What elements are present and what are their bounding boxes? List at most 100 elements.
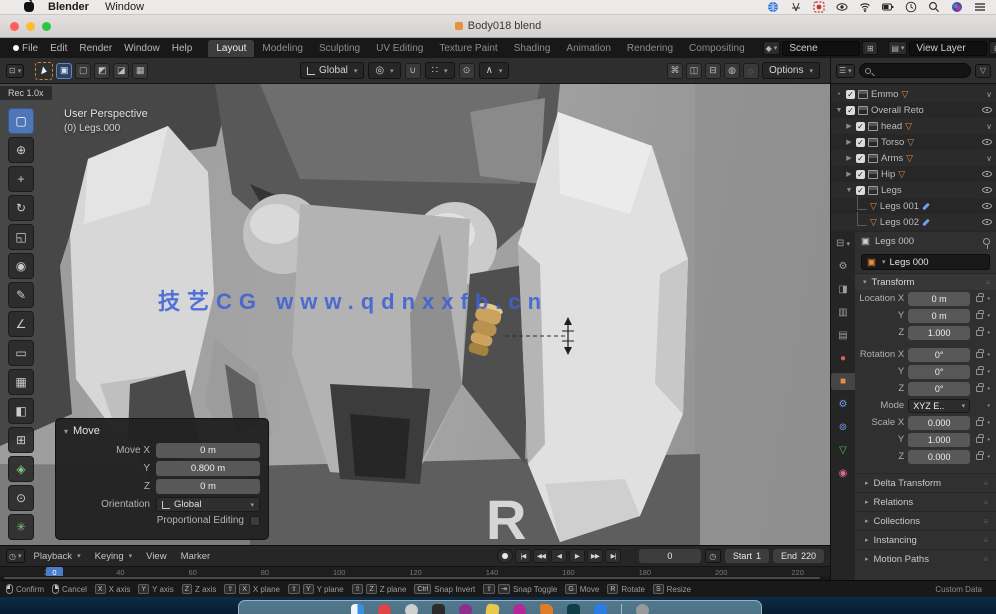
keying-menu[interactable]: Keying▾	[90, 551, 138, 562]
tab-tool-properties[interactable]: ⚙	[833, 258, 853, 275]
siri-icon[interactable]	[951, 1, 963, 13]
pin-icon[interactable]	[983, 238, 990, 245]
outliner-row-legs-001[interactable]: Legs 001	[831, 198, 996, 214]
pivot-point-dropdown[interactable]: ◎▾	[368, 62, 400, 79]
active-tool-indicator[interactable]	[35, 62, 53, 80]
view-menu[interactable]: View	[141, 551, 171, 562]
globe-icon[interactable]	[767, 1, 779, 13]
auto-key-button[interactable]	[497, 549, 513, 563]
scale-y-field[interactable]: 1.000	[908, 433, 970, 447]
tab-material-properties[interactable]: ◉	[833, 465, 853, 482]
transform-section-header[interactable]: ▾Transform≡	[855, 273, 996, 290]
wifi-icon[interactable]	[859, 1, 871, 13]
outliner-filter-button[interactable]: ▽	[975, 64, 991, 78]
hide-viewport-icon[interactable]	[982, 171, 992, 177]
dock-app-teal-icon[interactable]	[567, 604, 580, 614]
proportional-falloff-dropdown[interactable]: ∧▾	[479, 62, 510, 79]
show-overlays-button[interactable]: ◫	[686, 63, 702, 79]
tool-add-primitive-button[interactable]: ▭	[8, 340, 34, 366]
location-x-field[interactable]: 0 m	[908, 292, 970, 306]
jump-to-start-button[interactable]: |◀	[515, 549, 531, 563]
section-motion-paths[interactable]: ▸Motion Paths≡	[855, 549, 996, 568]
select-mode-lasso-button[interactable]: ◪	[113, 63, 129, 79]
orientation-dropdown[interactable]: Global▾	[156, 497, 260, 512]
move-z-field[interactable]: 0 m	[156, 479, 260, 494]
lock-icon[interactable]	[976, 330, 983, 336]
dock-app-magenta-icon[interactable]	[513, 604, 526, 614]
tool-poly-build-button[interactable]: ✳	[8, 514, 34, 540]
lock-icon[interactable]	[976, 420, 983, 426]
tab-layout[interactable]: Layout	[208, 40, 254, 57]
next-keyframe-button[interactable]: ▶▶	[587, 549, 603, 563]
shading-rendered-button[interactable]: ◌	[743, 63, 759, 79]
collection-checkbox[interactable]	[856, 138, 865, 147]
dock-app-yellow-icon[interactable]	[485, 603, 500, 614]
tab-sculpting[interactable]: Sculpting	[311, 40, 368, 57]
tab-rendering[interactable]: Rendering	[619, 40, 681, 57]
hide-viewport-icon[interactable]	[982, 203, 992, 209]
battery-icon[interactable]	[882, 1, 894, 13]
app-menu[interactable]: Blender	[48, 1, 89, 13]
hide-viewport-icon[interactable]	[982, 139, 992, 145]
prev-keyframe-button[interactable]: ◀◀	[533, 549, 549, 563]
select-mode-box-button[interactable]: ▢	[75, 63, 91, 79]
chevron-down-icon[interactable]: ∨	[986, 122, 992, 131]
menu-window[interactable]: Window	[118, 43, 166, 54]
tab-output-properties[interactable]: ▥	[833, 304, 853, 321]
scale-x-field[interactable]: 0.000	[908, 416, 970, 430]
privacy-eye-icon[interactable]	[836, 1, 848, 13]
rotation-mode-dropdown[interactable]: XYZ E..▾	[908, 399, 970, 413]
editor-type-button[interactable]: ⊟▾	[833, 235, 853, 252]
editor-type-button[interactable]: ⊡▾	[6, 64, 24, 78]
hide-viewport-icon[interactable]	[982, 219, 992, 225]
tab-render-properties[interactable]: ◨	[833, 281, 853, 298]
location-y-field[interactable]: 0 m	[908, 309, 970, 323]
new-view-layer-button[interactable]: ⊞	[989, 41, 996, 55]
tab-object-data-properties[interactable]: ▽	[833, 442, 853, 459]
hide-viewport-icon[interactable]	[982, 107, 992, 113]
viewport-3d[interactable]: Rec 1.0x User Perspective (0) Legs.000 ▢…	[0, 84, 830, 545]
timeline-editor-type-button[interactable]: ◷▾	[6, 549, 25, 563]
tool-move-button[interactable]: +	[8, 166, 34, 192]
object-name-field[interactable]: ▣▾ Legs 000	[861, 254, 990, 270]
dock-app-gray-icon[interactable]	[405, 604, 418, 614]
marker-menu[interactable]: Marker	[176, 551, 216, 562]
tool-inset-button[interactable]: ◧	[8, 398, 34, 424]
tab-modeling[interactable]: Modeling	[254, 40, 311, 57]
scene-name-field[interactable]: Scene	[782, 41, 860, 56]
rotation-y-field[interactable]: 0°	[908, 365, 970, 379]
tab-view-layer-properties[interactable]: ▤	[833, 327, 853, 344]
play-button[interactable]: ▶	[569, 549, 585, 563]
lock-icon[interactable]	[976, 454, 983, 460]
scene-browse-icon[interactable]: ◆▾	[763, 41, 781, 55]
collection-checkbox[interactable]	[856, 122, 865, 131]
select-mode-paint-button[interactable]: ▦	[132, 63, 148, 79]
section-instancing[interactable]: ▸Instancing≡	[855, 530, 996, 549]
control-center-icon[interactable]	[974, 1, 986, 13]
tool-knife-button[interactable]: ⊙	[8, 485, 34, 511]
current-frame-field[interactable]: 0	[639, 549, 701, 563]
tool-annotate-button[interactable]: ✎	[8, 282, 34, 308]
dock-app-red-icon[interactable]	[378, 604, 391, 614]
tab-animation[interactable]: Animation	[558, 40, 618, 57]
lock-icon[interactable]	[976, 369, 983, 375]
move-operator-panel[interactable]: Move Move X 0 m Y 0.800 m Z 0 m Orientat…	[55, 418, 269, 540]
outliner-row-torso[interactable]: ▶ Torso	[831, 134, 996, 150]
search-icon[interactable]	[928, 1, 940, 13]
outliner-row-legs-002[interactable]: Legs 002	[831, 214, 996, 230]
menu-edit[interactable]: Edit	[44, 43, 73, 54]
section-relations[interactable]: ▸Relations≡	[855, 492, 996, 511]
window-menu[interactable]: Window	[105, 1, 144, 13]
collection-checkbox[interactable]	[846, 90, 855, 99]
tool-cursor-button[interactable]: ⊕	[8, 137, 34, 163]
tab-compositing[interactable]: Compositing	[681, 40, 753, 57]
tool-scale-button[interactable]: ◱	[8, 224, 34, 250]
view-layer-browse-icon[interactable]: ▤▾	[888, 41, 907, 55]
tab-uv-editing[interactable]: UV Editing	[368, 40, 431, 57]
outliner-row-arms[interactable]: ▶ Arms ∨	[831, 150, 996, 166]
snap-toggle-button[interactable]: ∪	[405, 63, 421, 79]
shading-solid-button[interactable]: ◍	[724, 63, 740, 79]
menu-file[interactable]: File	[16, 43, 44, 54]
tool-select-box-button[interactable]: ▢	[8, 108, 34, 134]
move-y-field[interactable]: 0.800 m	[156, 461, 260, 476]
